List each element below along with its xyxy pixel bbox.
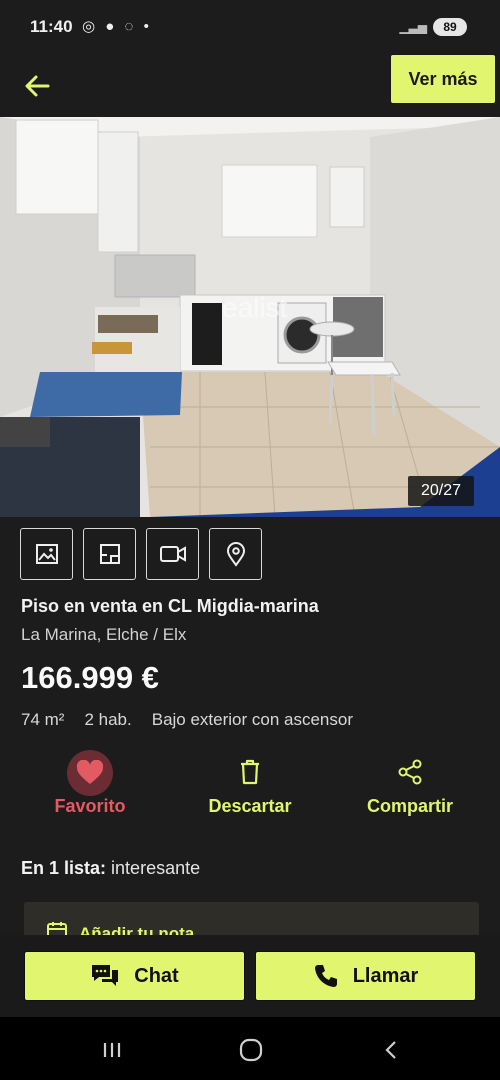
status-right: ▁▃▅ 89 [399,18,467,36]
action-row: Favorito Descartar Compartir [0,748,500,828]
ver-mas-button[interactable]: Ver más [390,54,496,104]
listing-title: Piso en venta en CL Migdia-marina [21,596,319,616]
share-label: Compartir [366,796,453,816]
recent-apps-icon [103,1043,121,1057]
chat-icon [92,965,119,986]
feature-area: 74 m² [21,710,65,729]
chevron-left-icon [385,1041,396,1059]
chat-label: Chat [134,964,179,987]
signal-icon: ▁▃▅ [399,20,427,34]
feature-rooms: 2 hab. [84,710,132,729]
media-tabs [20,528,262,580]
favorite-label: Favorito [54,796,126,816]
share-button[interactable]: Compartir [355,748,465,828]
arrow-left-icon [25,75,50,97]
battery-icon: 89 [433,18,467,36]
floorplan-tab[interactable] [83,528,136,580]
video-icon [159,546,186,562]
photos-icon [35,544,58,564]
home-button[interactable] [236,1035,266,1065]
system-back-button[interactable] [377,1035,407,1065]
back-button[interactable] [18,66,58,106]
map-tab[interactable] [209,528,262,580]
chat-button[interactable]: Chat [24,951,245,1001]
discard-label: Descartar [208,796,292,816]
home-icon [239,1038,263,1062]
listing-photo[interactable]: ealist 20/27 [0,117,500,517]
phone-icon [314,965,337,987]
status-time: 11:40 [30,17,73,36]
photos-tab[interactable] [20,528,73,580]
top-header: Ver más [0,54,500,116]
listing-features: 74 m² 2 hab. Bajo exterior con ascensor [21,710,353,730]
heart-icon [76,760,104,784]
system-nav-bar [0,1017,500,1080]
kitchen-photo: ealist [0,117,500,517]
saved-list-info[interactable]: En 1 lista: interesante [21,858,200,879]
video-tab[interactable] [146,528,199,580]
call-label: Llamar [352,964,419,987]
status-bar: 11:40 ◎ ● ◌ • ▁▃▅ 89 [0,0,500,56]
listing-price: 166.999 € [21,660,159,695]
notification-icons: ◎ ● ◌ • [82,18,152,35]
floorplan-icon [99,544,120,564]
watermark-text: ealist [222,292,288,323]
photo-counter: 20/27 [408,476,474,506]
bottom-action-bar: Chat Llamar [0,935,500,1017]
trash-icon [241,759,259,785]
feature-floor: Bajo exterior con ascensor [151,710,354,729]
discard-button[interactable]: Descartar [195,748,305,828]
recent-apps-button[interactable] [97,1035,127,1065]
list-prefix: En 1 lista: [21,858,107,878]
favorite-button[interactable]: Favorito [40,748,140,828]
share-icon [398,759,422,785]
listing-location: La Marina, Elche / Elx [21,625,187,644]
map-pin-icon [226,542,245,567]
list-name: interesante [111,858,201,878]
favorite-badge [67,750,113,796]
call-button[interactable]: Llamar [255,951,476,1001]
